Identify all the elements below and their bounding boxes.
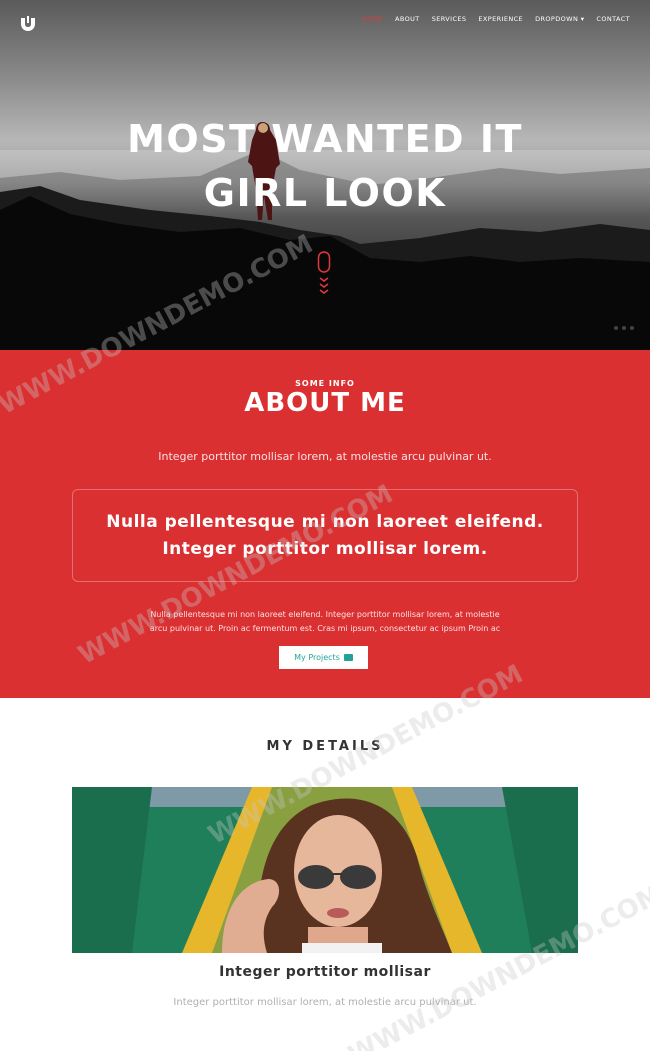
- about-body-line2: arcu pulvinar ut. Proin ac fermentum est…: [149, 624, 501, 633]
- brand-logo[interactable]: [20, 16, 36, 32]
- nav-about[interactable]: About: [395, 15, 420, 23]
- hero-section: Home About Services Experience Dropdown …: [0, 0, 650, 350]
- nav-services[interactable]: Services: [432, 15, 467, 23]
- my-projects-label: My Projects: [294, 653, 340, 662]
- about-body-line1: Nulla pellentesque mi non laoreet eleife…: [150, 610, 500, 619]
- details-title: MY DETAILS: [266, 739, 384, 754]
- about-section: SOME INFO ABOUT ME Integer porttitor mol…: [0, 350, 650, 698]
- hero-title-line2: GIRL LOOK: [203, 171, 447, 215]
- nav-contact[interactable]: Contact: [596, 15, 630, 23]
- main-nav: Home About Services Experience Dropdown …: [362, 15, 630, 23]
- about-quote-line1: Nulla pellentesque mi non laoreet eleife…: [106, 511, 544, 532]
- nav-experience[interactable]: Experience: [478, 15, 523, 23]
- about-kicker: SOME INFO: [295, 379, 355, 388]
- hero-title-line1: MOST WANTED IT: [127, 117, 523, 161]
- my-projects-button[interactable]: My Projects: [279, 646, 368, 669]
- scroll-down-icon[interactable]: [317, 251, 331, 297]
- slider-dot[interactable]: [622, 326, 626, 330]
- slider-dot[interactable]: [630, 326, 634, 330]
- card-text: Integer porttitor mollisar lorem, at mol…: [173, 997, 477, 1008]
- about-quote-line2: Integer porttitor mollisar lorem.: [162, 538, 488, 559]
- about-quote-box: Nulla pellentesque mi non laoreet eleife…: [72, 489, 578, 582]
- details-photo: [72, 787, 578, 953]
- slider-dot[interactable]: [614, 326, 618, 330]
- about-title: ABOUT ME: [244, 388, 406, 418]
- about-body: Nulla pellentesque mi non laoreet eleife…: [130, 608, 520, 636]
- card-title: Integer porttitor mollisar: [219, 964, 431, 980]
- about-lead: Integer porttitor mollisar lorem, at mol…: [158, 450, 492, 463]
- nav-dropdown-label: Dropdown: [535, 15, 579, 23]
- hero-title: MOST WANTED IT GIRL LOOK: [0, 112, 650, 220]
- slider-dots: [614, 326, 634, 330]
- portrait-image: [72, 787, 578, 953]
- image-icon: [343, 654, 353, 661]
- nav-home[interactable]: Home: [362, 15, 383, 23]
- chevron-down-icon: ▾: [580, 15, 585, 23]
- nav-dropdown[interactable]: Dropdown ▾: [535, 15, 584, 23]
